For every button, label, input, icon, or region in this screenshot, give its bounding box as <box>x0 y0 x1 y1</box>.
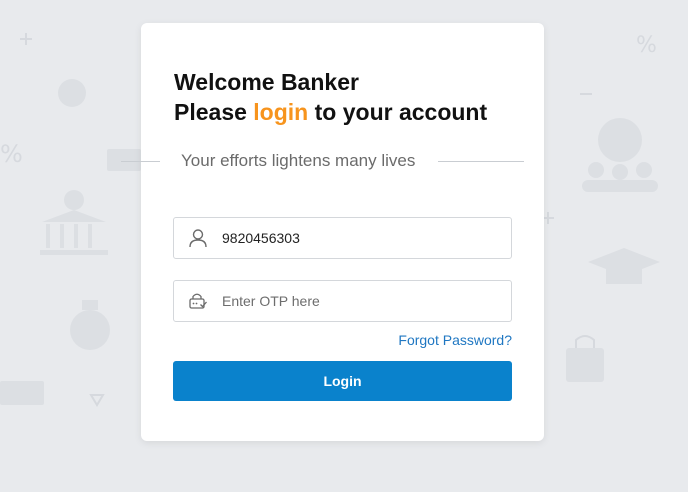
login-subtitle-suffix: to your account <box>308 99 488 125</box>
phone-field <box>173 217 512 259</box>
tagline-divider-left <box>121 161 160 162</box>
welcome-heading: Welcome Banker Please login to your acco… <box>174 67 487 127</box>
phone-input[interactable] <box>222 218 502 258</box>
bank-building-icon <box>40 190 108 255</box>
triangle-icon <box>89 394 105 407</box>
percent-icon-2: % <box>636 33 657 58</box>
investors-group-icon <box>582 118 658 192</box>
user-icon <box>189 229 207 248</box>
money-bag-icon <box>70 300 110 350</box>
graduation-cap-icon <box>588 248 660 284</box>
tagline-divider-right <box>438 161 524 162</box>
login-card: Welcome Banker Please login to your acco… <box>121 23 544 441</box>
tagline: Your efforts lightens many lives <box>181 151 416 170</box>
svg-text:%: % <box>0 140 23 168</box>
login-button[interactable]: Login <box>173 361 512 401</box>
percent-icon: % <box>0 140 23 168</box>
login-subtitle-prefix: Please <box>174 99 254 125</box>
forgot-password-link[interactable]: Forgot Password? <box>398 332 512 348</box>
otp-field <box>173 280 512 322</box>
plus-icon <box>20 33 32 45</box>
otp-input[interactable] <box>222 281 502 321</box>
shopping-bag-icon <box>566 335 604 382</box>
tagline-row: Your efforts lightens many lives <box>121 149 544 173</box>
svg-text:%: % <box>636 33 657 58</box>
login-accent-word: login <box>253 99 309 125</box>
banknote-icon-2 <box>0 381 44 405</box>
welcome-title: Welcome Banker <box>174 69 359 95</box>
rupee-coin-icon <box>58 79 86 107</box>
otp-key-icon <box>189 293 207 309</box>
